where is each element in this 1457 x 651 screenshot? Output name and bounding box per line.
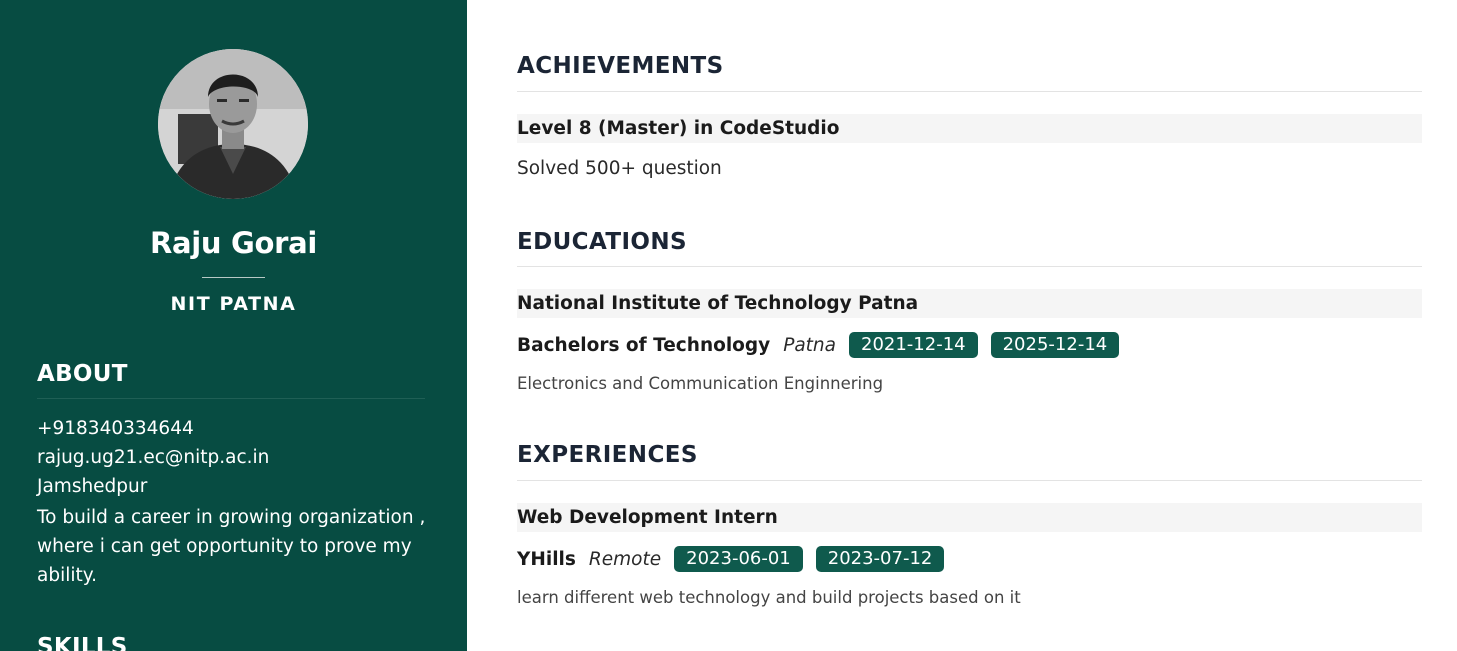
- experiences-heading: EXPERIENCES: [517, 442, 698, 468]
- profile-organization: NIT PATNA: [170, 293, 297, 315]
- career-objective: To build a career in growing organizatio…: [37, 507, 426, 586]
- achievement-title: Level 8 (Master) in CodeStudio: [517, 114, 1422, 143]
- experience-end-date-badge: 2023-07-12: [815, 546, 945, 572]
- experiences-divider: [517, 480, 1422, 481]
- education-start-date-badge: 2021-12-14: [849, 332, 978, 358]
- educations-divider: [517, 266, 1422, 267]
- educations-heading: EDUCATIONS: [517, 229, 687, 255]
- name-divider: [202, 277, 265, 278]
- experience-role: Web Development Intern: [517, 503, 1422, 532]
- achievements-divider: [517, 91, 1422, 92]
- about-divider: [37, 398, 425, 399]
- achievements-heading: ACHIEVEMENTS: [517, 53, 724, 79]
- experience-start-date-badge: 2023-06-01: [674, 546, 803, 572]
- avatar: [158, 49, 308, 199]
- profile-name: Raju Gorai: [149, 226, 318, 260]
- about-heading: ABOUT: [37, 361, 128, 387]
- profile-photo: [158, 49, 308, 199]
- education-meta: Bachelors of Technology Patna 2021-12-14…: [517, 332, 1132, 358]
- email-address: rajug.ug21.ec@nitp.ac.in: [37, 447, 270, 468]
- experience-location: Remote: [588, 548, 662, 570]
- education-institution: National Institute of Technology Patna: [517, 289, 1422, 318]
- skills-heading: SKILLS: [37, 634, 128, 651]
- location-text: Jamshedpur: [37, 476, 148, 497]
- education-degree: Bachelors of Technology: [517, 334, 771, 356]
- experience-description: learn different web technology and build…: [517, 588, 1021, 607]
- sidebar: Raju Gorai NIT PATNA ABOUT +918340334644…: [0, 0, 467, 651]
- experience-company: YHills: [517, 548, 576, 570]
- education-location: Patna: [783, 334, 836, 356]
- education-field: Electronics and Communication Enginnerin…: [517, 374, 884, 393]
- about-details: +918340334644 rajug.ug21.ec@nitp.ac.in J…: [37, 414, 447, 590]
- education-end-date-badge: 2025-12-14: [990, 332, 1120, 358]
- achievement-detail: Solved 500+ question: [517, 158, 722, 179]
- experience-meta: YHills Remote 2023-06-01 2023-07-12: [517, 546, 957, 572]
- phone-number: +918340334644: [37, 418, 194, 439]
- main-content: ACHIEVEMENTS Level 8 (Master) in CodeStu…: [517, 0, 1422, 651]
